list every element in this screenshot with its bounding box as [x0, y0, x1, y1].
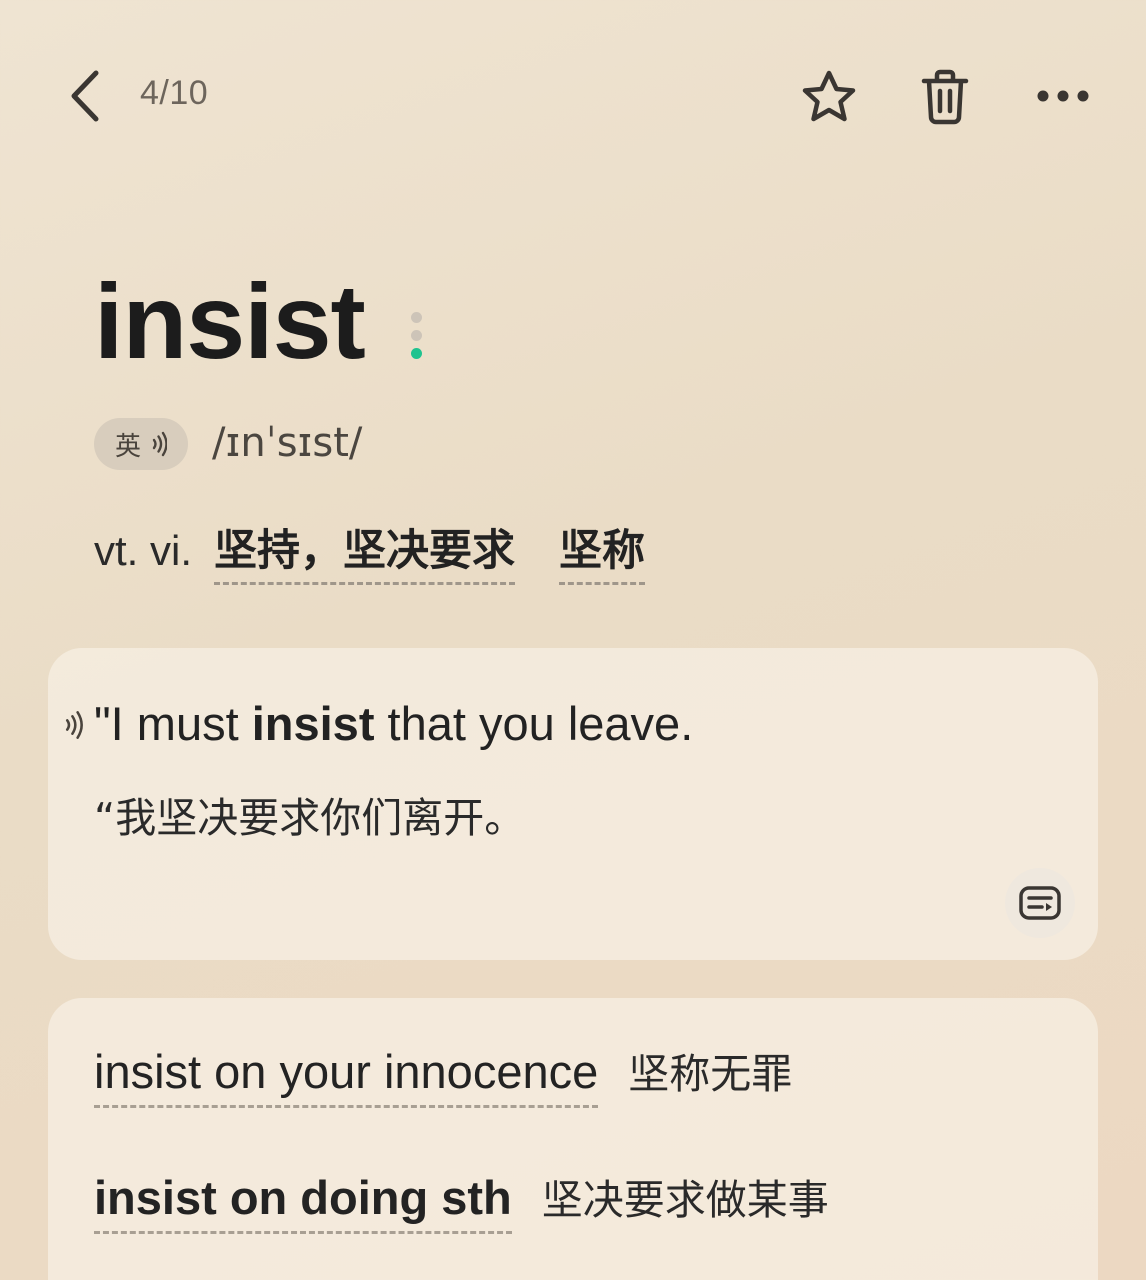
phonetic-transcription: /ɪnˈsɪst/ — [212, 420, 363, 466]
phrase-row: insist on doing sth 坚决要求做某事 — [94, 1166, 829, 1234]
subtitle-card-icon — [1019, 886, 1061, 920]
example-sentence-zh: “我坚决要求你们离开。 — [94, 794, 526, 842]
part-of-speech: vt. vi. — [94, 527, 193, 574]
example-sentence-en: "I must insist that you leave. — [94, 696, 693, 751]
phrase-row: insist on your innocence 坚称无罪 — [94, 1040, 792, 1108]
star-outline-icon — [802, 70, 856, 122]
chevron-left-icon — [71, 70, 99, 122]
phrase-zh: 坚称无罪 — [628, 1050, 793, 1098]
phrase-en[interactable]: insist on your innocence — [94, 1044, 599, 1108]
memory-level-indicator — [410, 312, 424, 362]
favorite-button[interactable] — [796, 64, 862, 130]
back-button[interactable] — [52, 62, 116, 130]
definition-line: vt. vi. 坚持，坚决要求 坚称 — [94, 516, 646, 585]
headword: insist — [94, 263, 366, 381]
more-horizontal-icon — [1037, 90, 1089, 102]
phrase-en[interactable]: insist on doing sth — [94, 1170, 512, 1234]
trash-icon — [921, 69, 969, 125]
example-en-prefix: "I must — [94, 697, 252, 750]
pronunciation-lang-label: 英 — [114, 431, 141, 462]
level-dot — [411, 312, 422, 323]
delete-button[interactable] — [914, 64, 976, 130]
example-keyword: insist — [251, 697, 375, 750]
more-options-button[interactable] — [1030, 70, 1096, 122]
example-audio-icon[interactable] — [62, 710, 84, 740]
top-bar: 4/10 — [0, 0, 1146, 190]
level-dot — [411, 330, 422, 341]
meaning-item[interactable]: 坚持，坚决要求 — [214, 516, 516, 585]
translation-toggle-button[interactable] — [1005, 868, 1075, 938]
phrase-zh: 坚决要求做某事 — [541, 1176, 829, 1224]
uk-pronunciation-button[interactable]: 英 — [94, 418, 188, 470]
example-en-suffix: that you leave. — [374, 697, 694, 750]
speaker-wave-icon — [152, 431, 167, 457]
level-dot-active — [411, 348, 422, 359]
card-counter: 4/10 — [140, 74, 209, 112]
meaning-item[interactable]: 坚称 — [559, 516, 646, 585]
